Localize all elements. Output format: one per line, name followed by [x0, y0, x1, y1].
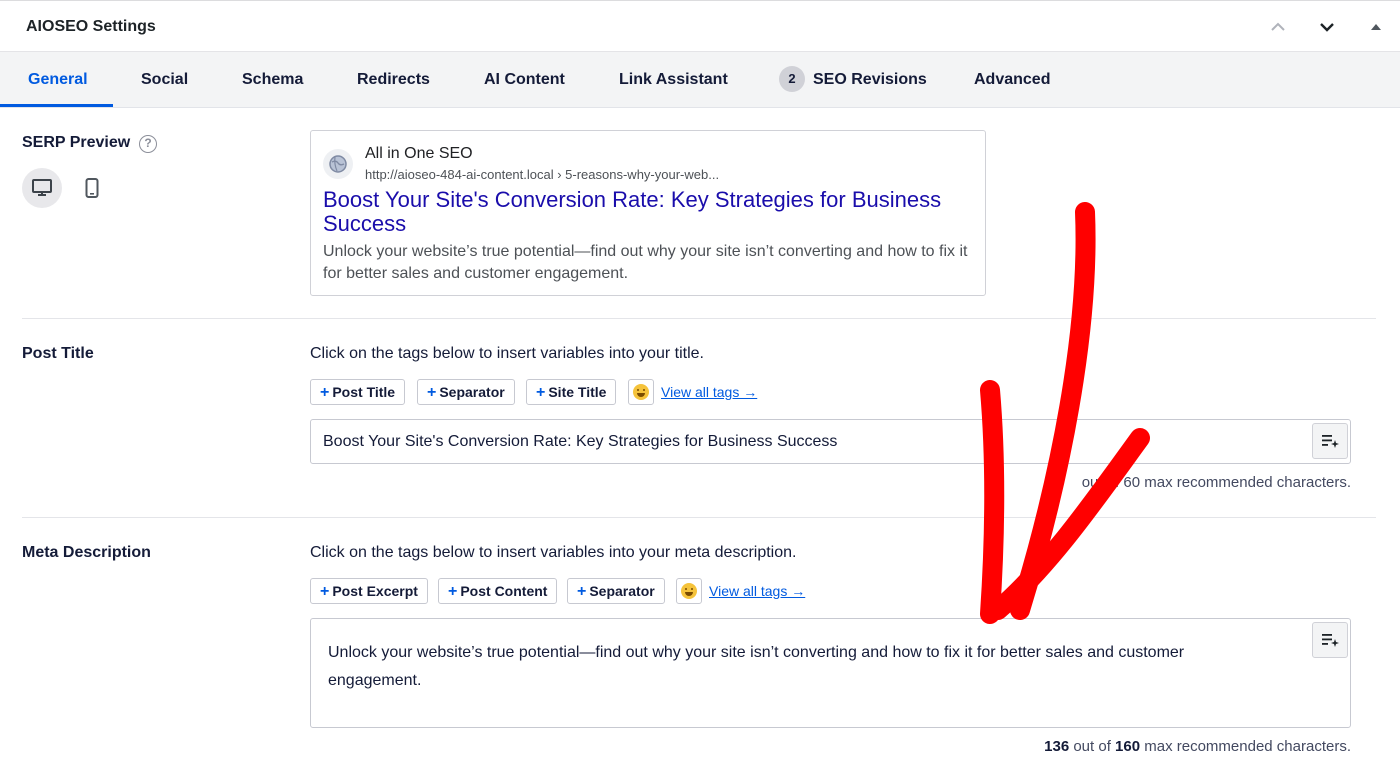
char-count-mid: out of	[1069, 738, 1116, 755]
post-title-char-counter: out of 60 max recommended characters.	[1081, 474, 1351, 491]
view-all-tags-link[interactable]: View all tags →	[661, 384, 757, 400]
serp-preview-label: SERP Preview	[22, 134, 131, 151]
emoji-icon	[681, 583, 697, 599]
plus-icon: +	[320, 583, 330, 600]
tag-site-title-button[interactable]: + Site Title	[526, 379, 617, 405]
active-tab-indicator	[0, 104, 113, 107]
plus-icon: +	[320, 384, 330, 401]
serp-site-name: All in One SEO	[365, 145, 473, 162]
mobile-preview-button[interactable]	[72, 168, 112, 208]
tag-label: Post Title	[332, 384, 396, 400]
settings-tabs: General Social Schema Redirects AI Conte…	[0, 52, 1400, 108]
tab-schema[interactable]: Schema	[242, 52, 303, 108]
serp-preview-card: All in One SEO http://aioseo-484-ai-cont…	[310, 130, 986, 296]
post-title-helper: Click on the tags below to insert variab…	[310, 345, 704, 362]
globe-icon	[329, 155, 347, 173]
view-all-tags-link[interactable]: View all tags →	[709, 583, 805, 599]
post-title-label: Post Title	[22, 345, 94, 362]
post-title-value: Boost Your Site's Conversion Rate: Key S…	[323, 433, 838, 450]
tag-label: Separator	[589, 583, 655, 599]
site-favicon	[323, 149, 353, 179]
ai-sparkle-icon	[1322, 435, 1339, 448]
desktop-preview-button[interactable]	[22, 168, 62, 208]
char-count-suffix: max recommended characters.	[1140, 738, 1351, 755]
meta-description-helper: Click on the tags below to insert variab…	[310, 544, 797, 561]
panel-header: AIOSEO Settings	[0, 0, 1400, 52]
tag-post-title-button[interactable]: + Post Title	[310, 379, 406, 405]
char-count-max: 160	[1115, 738, 1141, 755]
tag-label: Post Content	[460, 583, 548, 599]
move-down-button[interactable]	[1313, 13, 1341, 41]
emoji-picker-button[interactable]	[676, 578, 702, 604]
desktop-icon	[32, 179, 52, 196]
serp-url: http://aioseo-484-ai-content.local › 5-r…	[365, 167, 720, 182]
meta-description-textarea[interactable]: Unlock your website’s true potential—fin…	[310, 618, 1351, 728]
tab-general[interactable]: General	[28, 52, 88, 108]
tab-seo-revisions[interactable]: 2 SEO Revisions	[779, 52, 927, 108]
tag-label: Separator	[439, 384, 505, 400]
ai-generate-title-button[interactable]	[1312, 423, 1348, 459]
section-divider	[22, 517, 1376, 518]
move-up-button[interactable]	[1264, 13, 1292, 41]
panel-title: AIOSEO Settings	[26, 18, 156, 35]
tab-advanced[interactable]: Advanced	[974, 52, 1050, 108]
tab-ai-content[interactable]: AI Content	[484, 52, 565, 108]
tab-redirects[interactable]: Redirects	[357, 52, 430, 108]
meta-description-value: Unlock your website’s true potential—fin…	[328, 644, 1185, 689]
mobile-icon	[85, 178, 99, 198]
caret-up-icon	[1371, 24, 1381, 30]
plus-icon: +	[448, 583, 458, 600]
help-icon[interactable]: ?	[139, 135, 157, 153]
tag-post-excerpt-button[interactable]: + Post Excerpt	[310, 578, 428, 604]
serp-description: Unlock your website’s true potential—fin…	[323, 243, 968, 282]
plus-icon: +	[536, 384, 546, 401]
plus-icon: +	[427, 384, 437, 401]
tab-link-assistant[interactable]: Link Assistant	[619, 52, 728, 108]
meta-description-label: Meta Description	[22, 544, 151, 561]
tag-separator-button[interactable]: + Separator	[417, 379, 515, 405]
plus-icon: +	[577, 583, 587, 600]
tag-label: Post Excerpt	[332, 583, 418, 599]
chevron-down-icon	[1320, 23, 1334, 32]
char-count-current: 136	[1044, 738, 1070, 755]
tab-social[interactable]: Social	[141, 52, 188, 108]
collapse-panel-button[interactable]	[1362, 13, 1390, 41]
emoji-picker-button[interactable]	[628, 379, 654, 405]
chevron-up-icon	[1271, 22, 1285, 31]
post-title-input[interactable]: Boost Your Site's Conversion Rate: Key S…	[310, 419, 1351, 464]
meta-description-char-counter: 136 out of 160 max recommended character…	[1044, 738, 1351, 755]
emoji-icon	[633, 384, 649, 400]
tag-post-content-button[interactable]: + Post Content	[438, 578, 558, 604]
serp-title[interactable]: Boost Your Site's Conversion Rate: Key S…	[323, 188, 973, 236]
revisions-count-badge: 2	[779, 65, 805, 92]
tab-seo-revisions-label: SEO Revisions	[813, 71, 927, 88]
arrow-shaft	[1010, 202, 1096, 620]
section-divider	[22, 318, 1376, 319]
tag-separator-button[interactable]: + Separator	[567, 578, 665, 604]
ai-sparkle-icon	[1322, 634, 1339, 647]
ai-generate-description-button[interactable]	[1312, 622, 1348, 658]
tag-label: Site Title	[548, 384, 607, 400]
